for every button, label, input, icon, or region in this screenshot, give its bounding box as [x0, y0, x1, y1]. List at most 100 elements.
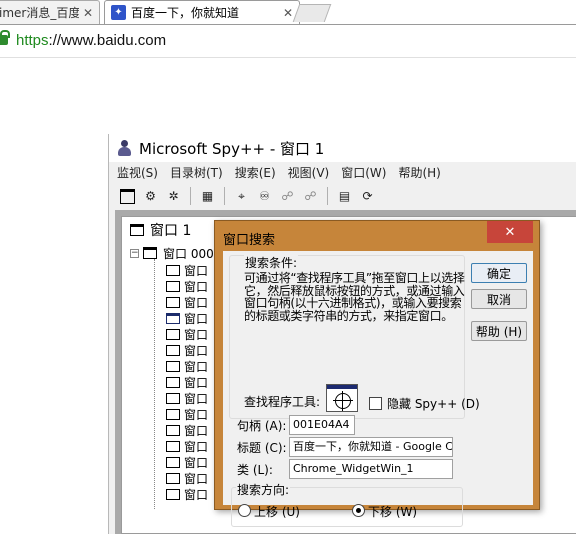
tree-item[interactable]: 窗口: [166, 294, 208, 310]
search-criteria-label: 搜索条件:: [244, 254, 299, 271]
direction-down-label: 下移 (W): [368, 505, 418, 519]
menu-monitor[interactable]: 监视(S): [117, 164, 158, 181]
window-icon: [166, 280, 180, 292]
tree-item[interactable]: 窗口: [166, 278, 208, 294]
tree-item[interactable]: 窗口: [166, 326, 208, 342]
processes-icon[interactable]: ⚙: [142, 188, 159, 205]
menu-search[interactable]: 搜索(E): [235, 164, 276, 181]
tree-item[interactable]: 窗口: [166, 262, 208, 278]
tree-item-label: 窗口: [184, 311, 209, 326]
spy-menubar: 监视(S) 目录树(T) 搜索(E) 视图(V) 窗口(W) 帮助(H): [109, 162, 576, 182]
handle-input[interactable]: 001E04A4: [289, 415, 355, 435]
tree-item-label: 窗口: [184, 423, 209, 438]
tree-item-label: 窗口: [184, 455, 209, 470]
window-icon: [166, 312, 180, 324]
crosshair-icon: [333, 391, 353, 411]
spy-toolbar: ⚙ ✲ ▦ ⌖ ♾ ☍ ☍ ▤ ⟳: [109, 184, 576, 208]
browser-tab-active[interactable]: ✦ 百度一下，你就知道 ✕: [104, 0, 300, 24]
browser-tab-inactive[interactable]: imer消息_百度 ✕: [0, 0, 100, 24]
tree-item-label: 窗口: [184, 327, 209, 342]
hide-spy-label: 隐藏 Spy++ (D): [387, 397, 480, 411]
new-tab-button[interactable]: [292, 4, 332, 22]
cancel-button[interactable]: 取消: [471, 289, 527, 309]
menu-tree[interactable]: 目录树(T): [170, 164, 223, 181]
search-direction-label: 搜索方向:: [236, 481, 291, 498]
tab-label: imer消息_百度: [0, 6, 79, 20]
search-criteria-group: 搜索条件: 可通过将“查找程序工具”拖至窗口上以选择它，然后释放鼠标按钮的方式，…: [229, 254, 480, 419]
paw-icon: ✦: [111, 5, 126, 20]
tree-item-label: 窗口: [184, 359, 209, 374]
tree-item[interactable]: 窗口: [166, 342, 208, 358]
direction-up-radio[interactable]: [238, 504, 251, 517]
tree-item-label: 窗口: [184, 295, 209, 310]
window-icon: [166, 264, 180, 276]
log-messages-icon[interactable]: ▦: [199, 188, 216, 205]
find-window-icon[interactable]: ⌖: [233, 188, 250, 205]
help-button[interactable]: 帮助 (H): [471, 321, 527, 341]
url-scheme: https: [16, 32, 49, 49]
window-icon: [166, 392, 180, 404]
tree-item[interactable]: 窗口: [166, 358, 208, 374]
properties-icon[interactable]: ▤: [336, 188, 353, 205]
tree-root-item[interactable]: − 窗口 000: [130, 245, 214, 261]
window-icon: [166, 440, 180, 452]
url-host: ://www.baidu.com: [48, 32, 167, 49]
toolbar-separator: [224, 187, 225, 205]
binoculars-icon[interactable]: ♾: [256, 188, 273, 205]
threads-icon[interactable]: ✲: [165, 188, 182, 205]
close-icon[interactable]: ✕: [79, 6, 93, 20]
spy-app-icon: [117, 140, 133, 156]
window-icon: [166, 456, 180, 468]
menu-view[interactable]: 视图(V): [288, 164, 330, 181]
spy-title: Microsoft Spy++ - 窗口 1: [139, 139, 325, 158]
tree-item[interactable]: 窗口: [166, 486, 208, 502]
lock-icon: [0, 30, 10, 45]
close-icon[interactable]: ✕: [279, 6, 293, 20]
hide-spy-checkbox[interactable]: [369, 397, 382, 410]
search-description: 可通过将“查找程序工具”拖至窗口上以选择它，然后释放鼠标按钮的方式，或通过输入窗…: [244, 271, 465, 323]
tree-item[interactable]: 窗口: [166, 310, 208, 326]
menu-help[interactable]: 帮助(H): [398, 164, 440, 181]
window-icon: [166, 472, 180, 484]
finder-tool[interactable]: [326, 384, 358, 412]
window-icon: [166, 408, 180, 420]
spy-titlebar[interactable]: Microsoft Spy++ - 窗口 1: [109, 134, 576, 162]
windows-view-icon[interactable]: [119, 188, 136, 205]
window-icon: [166, 328, 180, 340]
tree-item[interactable]: 窗口: [166, 406, 208, 422]
dialog-body: 搜索条件: 可通过将“查找程序工具”拖至窗口上以选择它，然后释放鼠标按钮的方式，…: [223, 251, 533, 527]
tree-connector: [154, 259, 155, 509]
search-direction-group: 搜索方向: 上移 (U) 下移 (W): [231, 481, 463, 527]
class-label: 类 (L):: [237, 463, 273, 477]
url-text[interactable]: https://www.baidu.com: [16, 32, 166, 49]
window-icon: [166, 360, 180, 372]
caption-label: 标题 (C):: [237, 441, 287, 455]
caption-input[interactable]: 百度一下，你就知道 - Google C: [289, 437, 453, 457]
tree-item-label: 窗口: [184, 471, 209, 486]
tree-item[interactable]: 窗口: [166, 390, 208, 406]
ok-button[interactable]: 确定: [471, 263, 527, 283]
close-icon[interactable]: ✕: [487, 221, 533, 243]
window-icon: [143, 247, 157, 259]
direction-down-radio[interactable]: [352, 504, 365, 517]
window-icon: [130, 224, 144, 236]
refresh-icon[interactable]: ⟳: [359, 188, 376, 205]
tree-item-label: 窗口: [184, 279, 209, 294]
tree-item[interactable]: 窗口: [166, 374, 208, 390]
window-icon: [166, 296, 180, 308]
menu-window[interactable]: 窗口(W): [341, 164, 386, 181]
collapse-icon[interactable]: −: [130, 248, 139, 258]
class-input[interactable]: Chrome_WidgetWin_1: [289, 459, 453, 479]
find-prev-icon[interactable]: ☍: [302, 188, 319, 205]
find-window-dialog: 窗口搜索 ✕ 搜索条件: 可通过将“查找程序工具”拖至窗口上以选择它，然后释放鼠…: [214, 220, 540, 527]
address-bar[interactable]: https://www.baidu.com: [0, 24, 576, 58]
tree-item[interactable]: 窗口: [166, 422, 208, 438]
tree-item-label: 窗口: [184, 487, 209, 502]
tree-item[interactable]: 窗口: [166, 454, 208, 470]
tree-item-label: 窗口: [184, 375, 209, 390]
find-next-icon[interactable]: ☍: [279, 188, 296, 205]
tree-item[interactable]: 窗口: [166, 470, 208, 486]
window-icon: [166, 424, 180, 436]
tree-item-label: 窗口: [184, 343, 209, 358]
tree-item[interactable]: 窗口: [166, 438, 208, 454]
